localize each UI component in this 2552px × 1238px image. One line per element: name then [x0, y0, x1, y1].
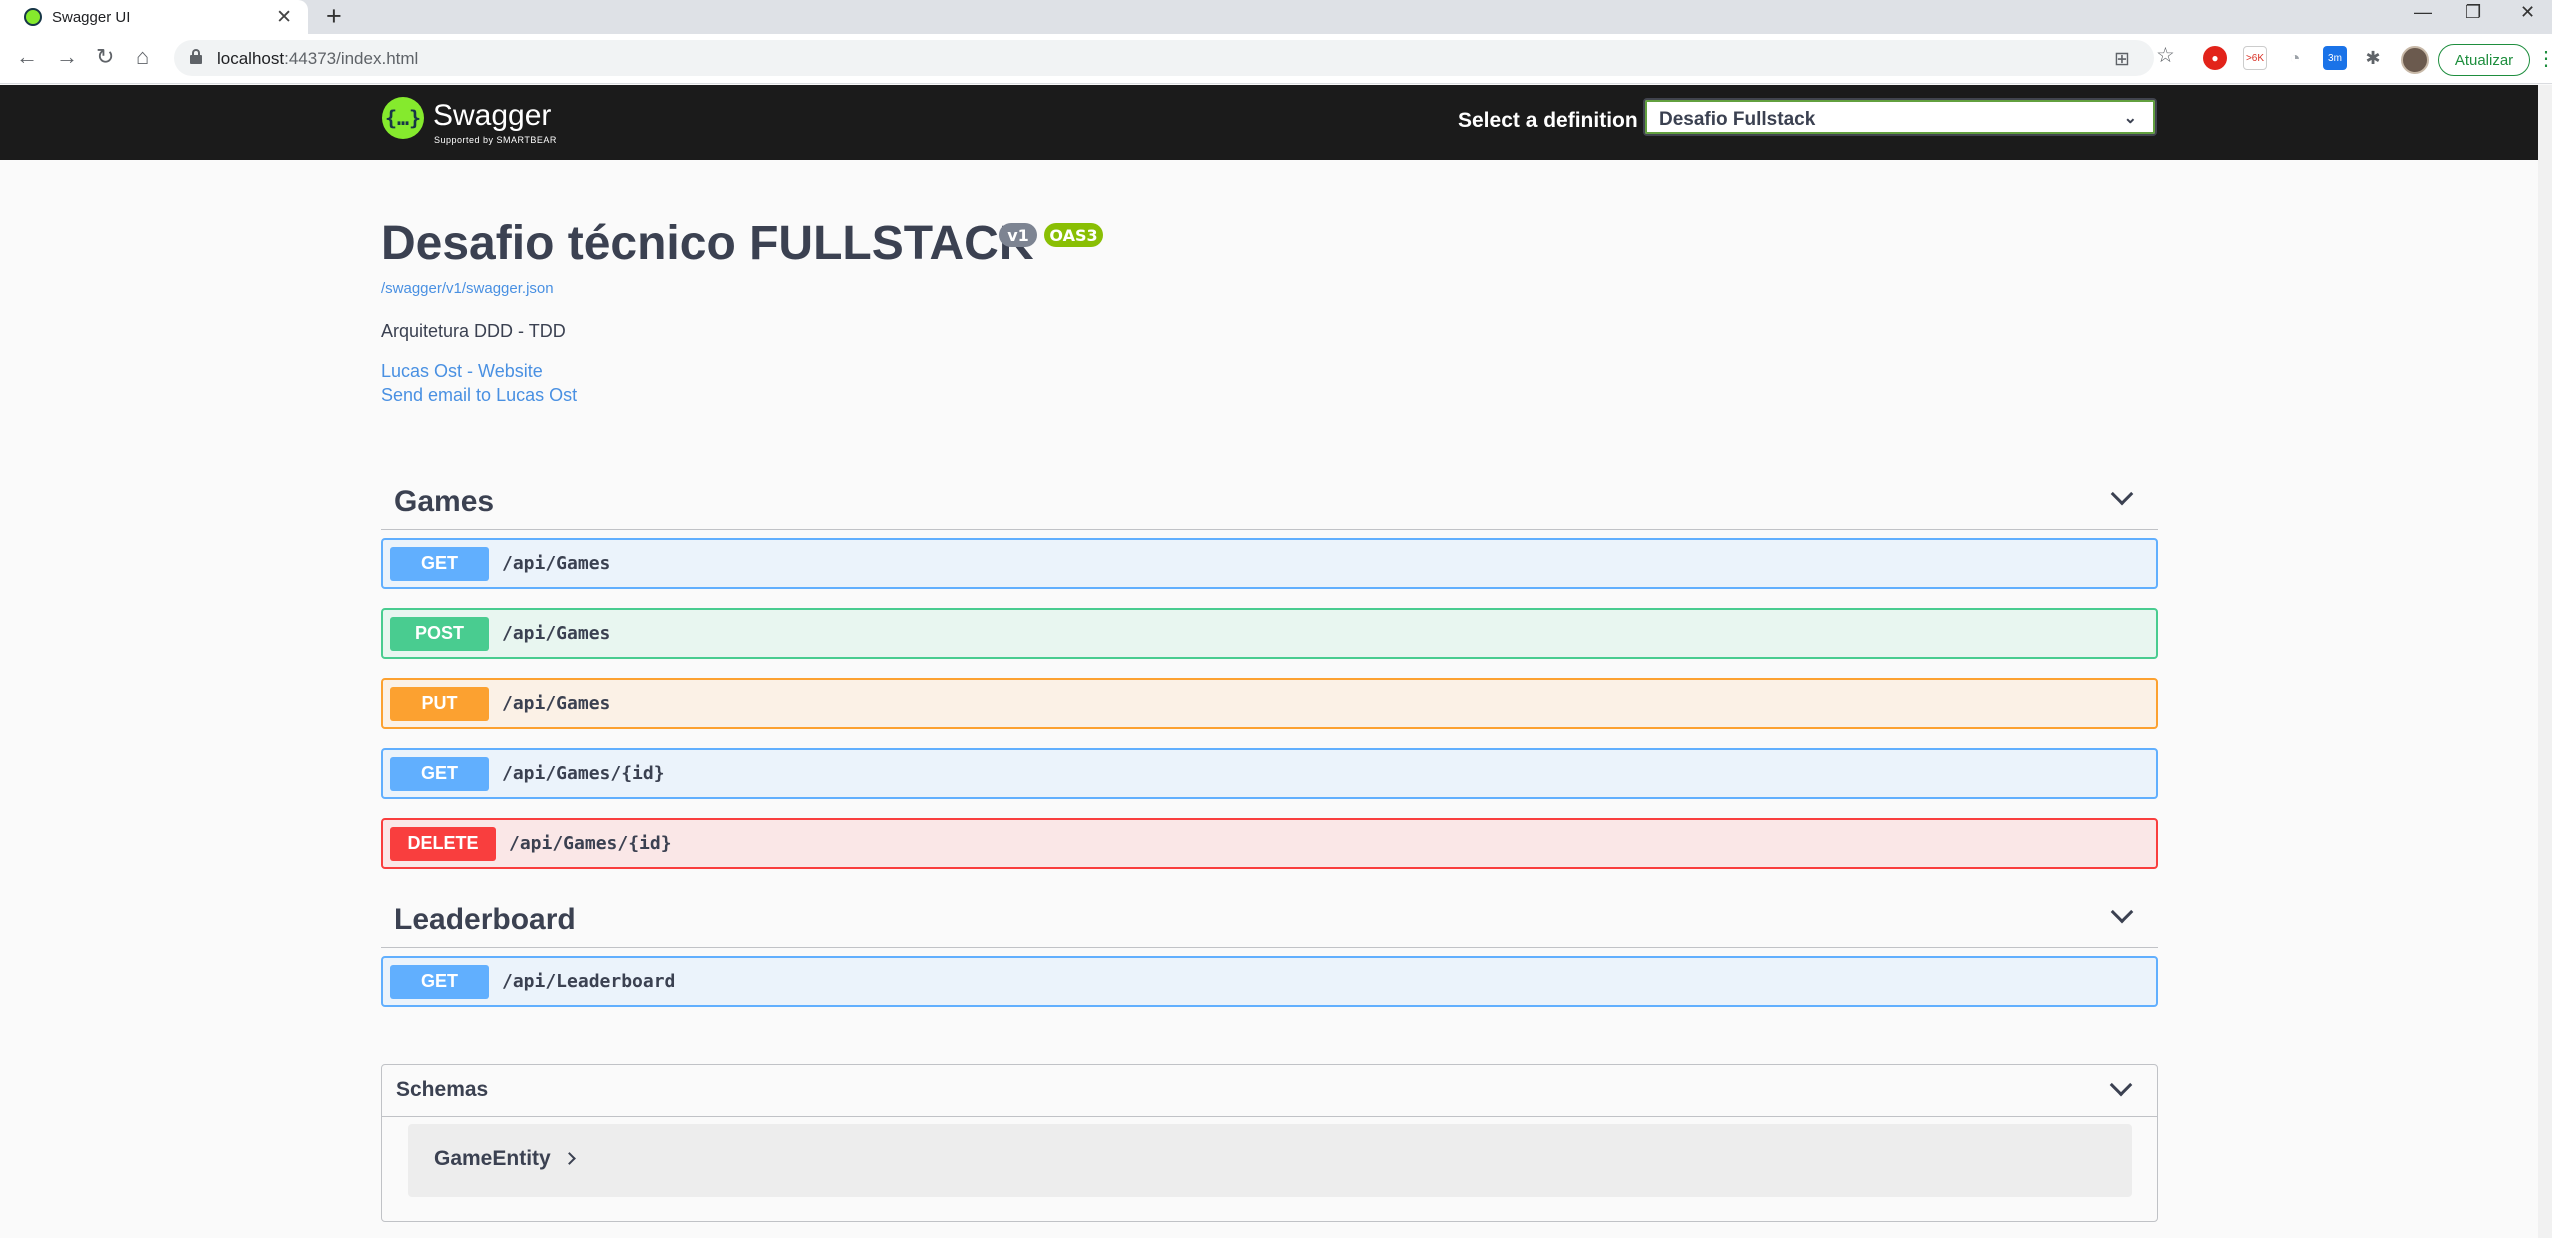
tag-name: Games — [394, 485, 495, 518]
method-badge: GET — [390, 964, 489, 999]
method-badge: DELETE — [390, 826, 496, 861]
chevron-down-icon: ⌄ — [2123, 110, 2137, 127]
definition-label: Select a definition — [1458, 109, 1638, 132]
definition-select[interactable]: Desafio Fullstack ⌄ — [1643, 98, 2157, 136]
chevron-right-icon[interactable] — [563, 1152, 576, 1165]
extensions-puzzle-icon[interactable]: ✱ — [2361, 46, 2385, 70]
method-badge: GET — [390, 546, 489, 581]
swagger-logo-icon[interactable]: {…} — [382, 97, 424, 139]
close-window-icon[interactable]: ✕ — [2520, 2, 2535, 23]
operation-path: /api/Games/{id} — [502, 763, 665, 784]
adblock-extension-icon[interactable]: ● — [2203, 46, 2227, 70]
chevron-down-icon[interactable] — [2110, 900, 2134, 924]
logo-subtitle: Supported by SMARTBEAR — [434, 135, 557, 145]
swagger-favicon-icon — [24, 8, 42, 26]
browser-tab[interactable]: Swagger UI ✕ — [0, 0, 308, 34]
close-tab-icon[interactable]: ✕ — [276, 6, 292, 29]
operation-post-games[interactable]: POST /api/Games — [381, 608, 2158, 659]
contact-website-link[interactable]: Lucas Ost - Website — [381, 361, 543, 382]
operation-path: /api/Leaderboard — [502, 971, 676, 992]
contact-email-link[interactable]: Send email to Lucas Ost — [381, 385, 577, 406]
translate-icon[interactable]: ⊞ — [2114, 48, 2130, 71]
operation-path: /api/Games — [502, 623, 611, 644]
clock-extension-icon[interactable]: 3m — [2323, 46, 2347, 70]
browser-toolbar: ← → ↻ ⌂ localhost:44373/index.html ⊞ ☆ ●… — [0, 34, 2552, 84]
minimize-icon[interactable]: — — [2414, 2, 2432, 23]
operation-delete-game[interactable]: DELETE /api/Games/{id} — [381, 818, 2158, 869]
chevron-down-icon[interactable] — [2110, 482, 2134, 506]
operation-put-games[interactable]: PUT /api/Games — [381, 678, 2158, 729]
url-text[interactable]: localhost:44373/index.html — [217, 49, 418, 69]
schemas-section: Schemas GameEntity — [381, 1064, 2158, 1222]
profile-avatar[interactable] — [2401, 46, 2429, 74]
spec-json-link[interactable]: /swagger/v1/swagger.json — [381, 280, 554, 297]
tag-leaderboard-header[interactable]: Leaderboard — [381, 888, 2158, 948]
reload-icon[interactable]: ↻ — [96, 44, 114, 70]
timer-extension-icon[interactable]: ◔ — [2283, 46, 2307, 70]
forward-icon[interactable]: → — [56, 44, 78, 70]
swagger-topbar: {…} Swagger Supported by SMARTBEAR Selec… — [0, 85, 2538, 160]
browser-tabstrip: Swagger UI ✕ + — ❐ ✕ — [0, 0, 2552, 34]
method-badge: POST — [390, 616, 489, 651]
page-scrollbar[interactable] — [2538, 85, 2552, 1238]
bookmark-star-icon[interactable]: ☆ — [2156, 43, 2175, 68]
method-badge: GET — [390, 756, 489, 791]
operation-path: /api/Games/{id} — [509, 833, 672, 854]
address-bar[interactable]: localhost:44373/index.html ⊞ — [174, 40, 2154, 76]
home-icon[interactable]: ⌂ — [136, 44, 149, 70]
logo-text[interactable]: Swagger — [433, 99, 551, 133]
operation-get-games[interactable]: GET /api/Games — [381, 538, 2158, 589]
tag-name: Leaderboard — [394, 903, 576, 936]
api-title: Desafio técnico FULLSTACK — [381, 217, 1034, 270]
chevron-down-icon[interactable] — [2109, 1073, 2133, 1097]
gmail-extension-icon[interactable]: >6K — [2243, 46, 2267, 70]
api-description: Arquitetura DDD - TDD — [381, 321, 566, 341]
operation-get-game-by-id[interactable]: GET /api/Games/{id} — [381, 748, 2158, 799]
schemas-header[interactable]: Schemas — [382, 1065, 2157, 1117]
back-icon[interactable]: ← — [16, 44, 38, 70]
operation-get-leaderboard[interactable]: GET /api/Leaderboard — [381, 956, 2158, 1007]
model-name: GameEntity — [434, 1147, 551, 1170]
lock-icon[interactable] — [190, 49, 202, 64]
more-menu-icon[interactable]: ⋮ — [2536, 46, 2552, 71]
method-badge: PUT — [390, 686, 489, 721]
operation-path: /api/Games — [502, 553, 611, 574]
model-gameentity[interactable]: GameEntity — [408, 1124, 2132, 1197]
new-tab-button[interactable]: + — [326, 1, 342, 32]
version-badge: v1 — [999, 223, 1037, 247]
oas-badge: OAS3 — [1044, 223, 1103, 247]
operation-path: /api/Games — [502, 693, 611, 714]
restore-icon[interactable]: ❐ — [2465, 2, 2481, 23]
definition-select-value: Desafio Fullstack — [1659, 109, 1816, 130]
tab-title: Swagger UI — [52, 8, 131, 26]
schemas-title: Schemas — [396, 1078, 489, 1101]
tag-games-header[interactable]: Games — [381, 470, 2158, 530]
update-button[interactable]: Atualizar — [2438, 44, 2530, 76]
